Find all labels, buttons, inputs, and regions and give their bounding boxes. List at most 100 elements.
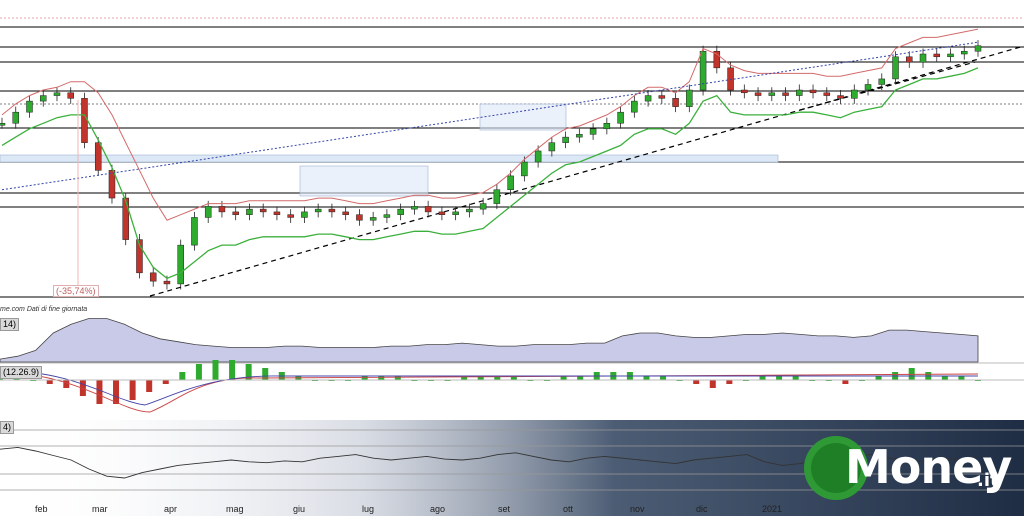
macd-bar [378,376,385,380]
macd-bar [709,380,716,388]
candle-body [521,161,528,177]
candle-body [906,56,913,63]
candle-body [177,244,184,285]
candle-body [81,98,88,143]
candle-body [301,211,308,218]
oscillator-label: 4) [0,421,15,434]
candle-body [534,150,542,163]
candle-body [466,208,473,213]
macd-bar [958,376,965,380]
candle-body [452,211,459,215]
candle-body [796,89,803,96]
candle-body [644,95,652,102]
candle-body [741,89,748,94]
macd-bar [726,380,733,384]
candle-body [94,142,102,171]
x-tick-label: dic [696,504,708,514]
x-tick-label: apr [164,504,178,514]
candle-body [961,50,968,55]
candle-body [191,217,198,246]
candle-body [878,78,886,85]
candle-body [686,89,693,107]
macd-bar [63,380,70,388]
candle-body [589,128,597,135]
candle-body [947,53,954,58]
macd-bar [842,380,849,384]
x-tick-label: feb [35,504,48,514]
x-tick-label: mag [226,504,244,514]
candle-body [369,217,377,221]
candle-body [617,111,624,124]
candle-body [218,206,226,213]
macd-bar [776,376,783,380]
macd-bar [46,380,53,384]
candle-body [26,100,33,113]
candle-body [974,45,982,52]
candle-body [39,95,47,102]
candle-body [576,134,583,138]
candle-body [424,206,432,213]
range-box-autumn [479,103,567,131]
macd-bar [129,380,136,400]
candle-body [631,100,638,113]
macd-bar [162,380,169,384]
candle-body [919,53,927,63]
candle-body [314,208,322,213]
candle-body [479,203,487,210]
macd-bar [941,376,948,380]
range-box-summer [299,165,429,197]
candle-body [933,53,941,58]
macd-bar [195,364,202,380]
macd-label: (12.26.9) [0,366,43,379]
candle-body [149,272,157,282]
chart-stage [0,0,1024,516]
macd-bar [96,380,103,404]
candle-body [273,211,281,215]
x-tick-label: 2021 [762,504,783,514]
candle-body [342,211,349,215]
x-tick-label: ott [563,504,574,514]
candle-body [562,136,569,143]
candle-body [53,92,61,96]
x-tick-label: set [498,504,511,514]
candle-body [0,123,6,126]
candle-body [658,95,666,99]
drawdown-annotation: (-35,74%) [53,285,99,297]
macd-bar [660,376,667,380]
macd-bar [212,360,219,380]
candle-body [204,206,212,218]
x-tick-label: nov [630,504,645,514]
range-box-long [0,154,779,163]
candle-body [493,189,501,204]
candle-body [12,111,19,124]
source-note: me.com Dati di fine giornata [0,306,88,313]
macd-bar [394,376,401,380]
logo-suffix: .it [977,470,999,491]
candle-body [864,84,872,91]
candle-body [122,197,129,240]
candle-body [507,175,514,190]
macd-bar [759,376,766,380]
price-panel [0,0,1024,300]
macd-bar [113,380,120,404]
candle-body [383,214,391,218]
macd-bar [792,376,799,380]
candle-body [259,208,267,213]
candle-body [548,142,556,152]
x-tick-label: ago [430,504,446,514]
macd-bar [146,380,153,392]
macd-bar [179,372,186,380]
macd-bar [361,376,368,380]
candle-body [603,123,611,130]
candle-body [823,92,831,96]
candle-body [411,206,418,210]
candle-body [809,89,817,94]
candle-body [727,67,734,91]
candle-body [108,170,116,199]
candle-body [328,208,336,213]
candle-body [356,214,363,221]
macd-panel [0,365,1024,417]
candle-body [851,89,858,99]
candle-body [246,208,253,215]
candle-body [672,98,679,107]
